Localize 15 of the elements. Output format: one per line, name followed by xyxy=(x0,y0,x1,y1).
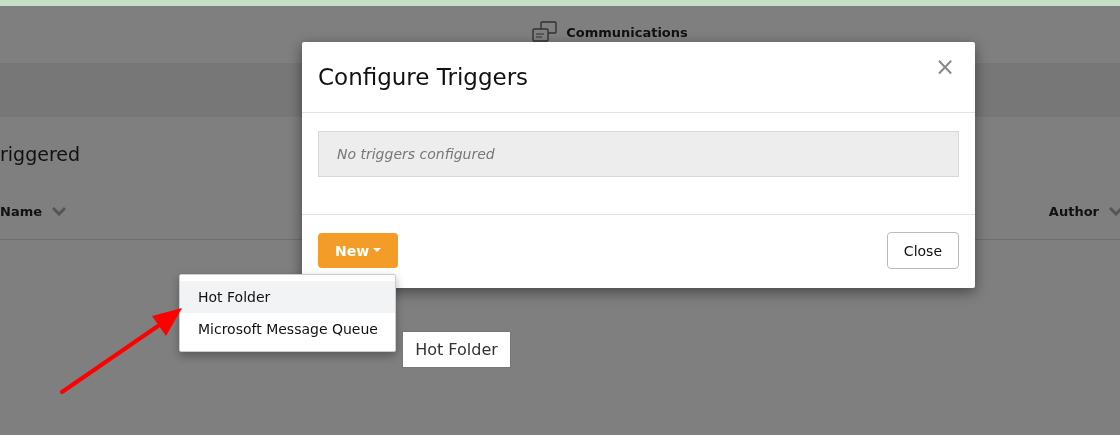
column-header[interactable]: Author xyxy=(1048,201,1120,221)
close-button[interactable]: Close xyxy=(886,232,959,269)
tooltip: Hot Folder xyxy=(402,331,511,368)
page-heading: riggered xyxy=(0,143,81,167)
column-header[interactable]: Name xyxy=(0,201,66,221)
empty-message: No triggers configured xyxy=(318,131,959,177)
chevron-down-icon xyxy=(52,206,66,216)
chat-icon xyxy=(532,21,559,43)
dialog-title: Configure Triggers xyxy=(318,64,529,90)
menu-item[interactable]: Microsoft Message Queue xyxy=(180,313,395,345)
nav-link[interactable]: Communications xyxy=(532,21,688,63)
menu-item[interactable]: Hot Folder xyxy=(180,281,395,313)
chevron-down-icon xyxy=(1109,206,1120,216)
caret-icon xyxy=(373,248,382,253)
close-button[interactable]: × xyxy=(930,53,959,81)
